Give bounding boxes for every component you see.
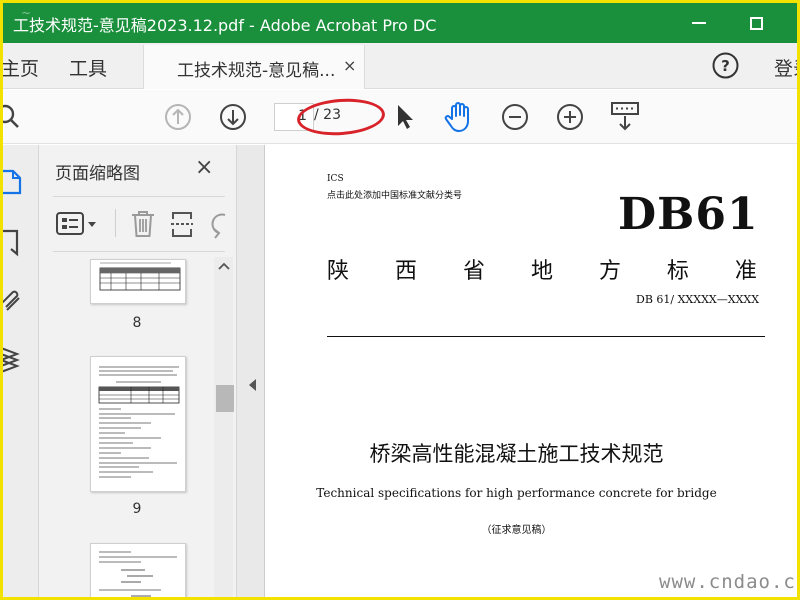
next-page-icon[interactable]: [218, 102, 248, 132]
document-tab[interactable]: 工技术规范-意见稿... ×: [143, 45, 365, 89]
page-8-preview: [99, 262, 181, 291]
select-cursor-icon[interactable]: [393, 102, 417, 132]
page-thumbnail-10[interactable]: [90, 543, 186, 597]
maximize-icon: [749, 16, 763, 30]
thumbnail-options-icon[interactable]: [55, 211, 99, 237]
heading-char: 标: [666, 259, 689, 284]
svg-text:?: ?: [721, 57, 730, 75]
maximize-button[interactable]: [736, 7, 776, 39]
document-view: ICS 点击此处添加中国标准文献分类号 DB61 陕 西 省 地 方 标 准 D…: [266, 145, 797, 597]
page-thumbnails-icon[interactable]: [3, 167, 25, 197]
toolbar: 1 / 23: [3, 90, 797, 144]
minimize-icon: [692, 22, 706, 24]
standard-prefix: DB61: [618, 189, 759, 240]
screenshot-frame: 工技术规范-意见稿2023.12.pdf - Adobe Acrobat Pro…: [0, 0, 800, 600]
minimize-button[interactable]: [679, 7, 719, 39]
scroll-up-icon[interactable]: [218, 261, 230, 271]
panel-title: 页面缩略图: [55, 164, 140, 184]
heading-char: 省: [462, 259, 485, 284]
menu-tab-bar: 主页 工具 工技术规范-意见稿... × ? 登录: [3, 43, 797, 89]
site-watermark: www.cndao.com: [659, 571, 797, 593]
divider: [53, 251, 225, 252]
classification-hint: 点击此处添加中国标准文献分类号: [327, 191, 463, 201]
page-thumbnail-9[interactable]: [90, 356, 186, 492]
heading-char: 陕: [327, 259, 350, 284]
corner-watermark-mark: ~: [21, 6, 32, 20]
nav-home[interactable]: 主页: [3, 54, 39, 81]
heading-char: 方: [598, 259, 621, 284]
document-page: ICS 点击此处添加中国标准文献分类号 DB61 陕 西 省 地 方 标 准 D…: [266, 145, 797, 597]
attachments-icon[interactable]: [3, 283, 25, 313]
panel-close-button[interactable]: ×: [195, 155, 213, 180]
document-title-cn: 桥梁高性能混凝土施工技术规范: [369, 442, 664, 466]
page-thumbnails-panel: 页面缩略图 × 8 9: [39, 145, 237, 597]
page-10-preview: [99, 551, 177, 597]
zoom-out-icon[interactable]: [500, 102, 530, 132]
panel-collapse-strip[interactable]: [237, 145, 265, 597]
horizontal-rule: [327, 336, 765, 337]
document-tab-label: 工技术规范-意见稿...: [177, 61, 336, 81]
previous-page-icon[interactable]: [163, 102, 193, 132]
heading-char: 准: [734, 259, 757, 284]
standard-code: DB 61/ XXXXX—XXXX: [636, 293, 760, 306]
layers-icon[interactable]: [3, 343, 25, 373]
nav-tools[interactable]: 工具: [69, 54, 107, 81]
document-title-en: Technical specifications for high perfor…: [316, 486, 717, 500]
zoom-in-icon[interactable]: [555, 102, 585, 132]
thumbnail-page-number: 9: [132, 501, 142, 517]
thumbnail-scrollbar-thumb[interactable]: [216, 385, 234, 412]
delete-page-icon[interactable]: [129, 209, 157, 239]
ics-label: ICS: [327, 174, 344, 184]
thumbnail-scrollbar-track[interactable]: [214, 257, 233, 597]
thumbnail-page-number: 8: [132, 315, 142, 331]
page-thumbnail-8[interactable]: [90, 259, 186, 304]
left-navigation-rail: [3, 145, 39, 597]
collapse-panel-icon[interactable]: [249, 379, 256, 391]
province-standard-heading: 陕 西 省 地 方 标 准: [327, 253, 757, 285]
document-tab-close-button[interactable]: ×: [343, 56, 356, 75]
bookmarks-icon[interactable]: [3, 227, 25, 257]
draft-note: （征求意见稿）: [481, 525, 552, 536]
divider: [53, 196, 225, 197]
extract-pages-icon[interactable]: [169, 209, 197, 239]
window-title: 工技术规范-意见稿2023.12.pdf - Adobe Acrobat Pro…: [13, 16, 437, 35]
page-9-preview: [98, 366, 180, 478]
rotate-page-icon[interactable]: [209, 209, 229, 239]
login-link[interactable]: 登录: [774, 54, 797, 81]
heading-char: 西: [394, 259, 417, 284]
help-icon[interactable]: ?: [712, 52, 739, 79]
title-bar: 工技术规范-意见稿2023.12.pdf - Adobe Acrobat Pro…: [3, 3, 797, 43]
heading-char: 地: [530, 259, 553, 284]
search-icon[interactable]: [0, 102, 25, 132]
toolbar-separator: [115, 209, 116, 237]
hand-tool-icon[interactable]: [443, 99, 477, 135]
scroll-mode-icon[interactable]: [609, 100, 641, 134]
